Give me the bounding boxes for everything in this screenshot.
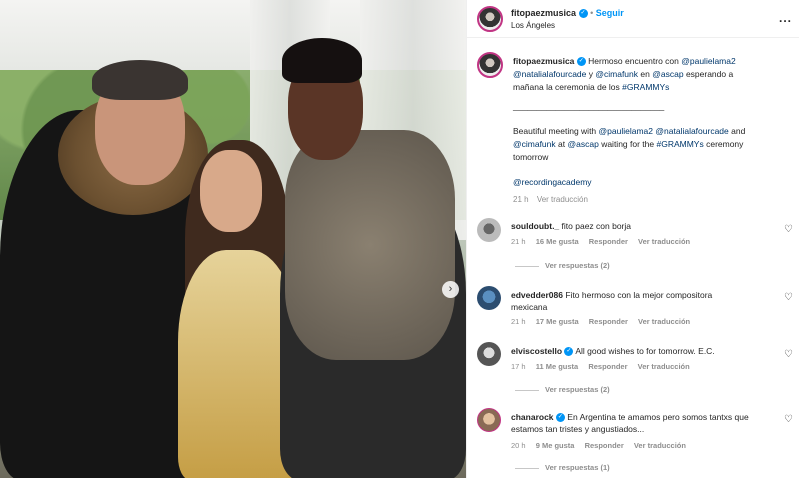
post-header: fitopaezmusica ✓ • Seguir Los Ángeles ..…	[467, 0, 799, 38]
follow-button[interactable]: Seguir	[596, 8, 624, 18]
next-photo-arrow-icon[interactable]: ›	[442, 281, 459, 298]
reply-button[interactable]: Responder	[585, 441, 624, 450]
post-caption: fitopaezmusica ✓ Hermoso encuentro con @…	[513, 55, 795, 206]
comment-item: edvedder086 Fito hermoso con la mejor co…	[511, 289, 793, 313]
comment-avatar[interactable]	[477, 342, 501, 366]
comment-avatar[interactable]	[477, 286, 501, 310]
caption-separator: ________________________________	[513, 101, 665, 111]
caption-text: y	[588, 69, 593, 79]
hashtag-link[interactable]: #GRAMMYs	[656, 139, 703, 149]
caption-text: at	[558, 139, 566, 149]
caption-text: mañana la ceremonia de los	[513, 82, 620, 92]
like-comment-heart-icon[interactable]: ♡	[784, 292, 793, 303]
comment-meta: 17 h 11 Me gusta Responder Ver traducció…	[511, 362, 690, 371]
view-replies-button[interactable]: Ver respuestas (2)	[515, 385, 610, 394]
caption-timestamp: 21 h	[513, 195, 529, 204]
see-translation-button[interactable]: Ver traducción	[634, 441, 686, 450]
verified-badge-icon: ✓	[555, 413, 565, 423]
verified-badge-icon: ✓	[564, 347, 574, 357]
caption-text: Hermoso encuentro con	[588, 56, 679, 66]
view-replies-button[interactable]: Ver respuestas (1)	[515, 463, 610, 472]
fur-vest	[285, 130, 455, 360]
comment-text: fito paez con borja	[561, 221, 632, 231]
mention-link[interactable]: @ascap	[652, 69, 683, 79]
reply-button[interactable]: Responder	[588, 362, 627, 371]
like-comment-heart-icon[interactable]: ♡	[784, 349, 793, 360]
comment-likes[interactable]: 9 Me gusta	[536, 441, 575, 450]
mention-link[interactable]: @natalialafourcade	[655, 126, 728, 136]
comment-meta: 21 h 16 Me gusta Responder Ver traducció…	[511, 237, 690, 246]
mention-link[interactable]: @paulielama2	[681, 56, 735, 66]
like-comment-heart-icon[interactable]: ♡	[784, 414, 793, 425]
verified-badge-icon: ✓	[578, 9, 588, 19]
verified-badge-icon: ✓	[576, 57, 586, 67]
caption-text: and	[731, 126, 746, 136]
comment-text: mexicana	[511, 302, 548, 312]
caption-text: ceremony	[706, 139, 744, 149]
comment-time: 21 h	[511, 317, 526, 326]
comment-likes[interactable]: 16 Me gusta	[536, 237, 579, 246]
mention-link[interactable]: @natalialafourcade	[513, 69, 586, 79]
comment-text: estamos tan tristes y angustiados...	[511, 424, 645, 434]
mention-link[interactable]: @cimafunk	[595, 69, 638, 79]
see-translation-button[interactable]: Ver traducción	[638, 237, 690, 246]
person-right-hair	[282, 38, 362, 83]
caption-text: Beautiful meeting with	[513, 126, 597, 136]
mention-link[interactable]: @paulielama2	[599, 126, 653, 136]
comment-username[interactable]: souldoubt._	[511, 221, 559, 231]
reply-button[interactable]: Responder	[589, 237, 628, 246]
see-translation-button[interactable]: Ver traducción	[537, 195, 588, 204]
reply-button[interactable]: Responder	[589, 317, 628, 326]
person-middle-face	[200, 150, 262, 232]
author-avatar[interactable]	[477, 6, 503, 32]
dot-separator: •	[590, 8, 594, 18]
caption-username[interactable]: fitopaezmusica	[513, 56, 574, 66]
comment-avatar[interactable]	[477, 408, 501, 432]
caption-text: tomorrow	[513, 152, 549, 162]
comment-username[interactable]: chanarock	[511, 412, 554, 422]
more-options-icon[interactable]: ...	[779, 11, 792, 25]
instagram-post-view: › fitopaezmusica ✓ • Seguir Los Ángeles …	[0, 0, 799, 478]
comment-text: All good wishes to for tomorrow. E.C.	[575, 346, 715, 356]
see-translation-button[interactable]: Ver traducción	[638, 317, 690, 326]
caption-text: en	[640, 69, 650, 79]
hashtag-link[interactable]: #GRAMMYs	[622, 82, 669, 92]
person-left-hair	[92, 60, 188, 100]
comment-time: 21 h	[511, 237, 526, 246]
comment-text: En Argentina te amamos pero somos tantxs…	[567, 412, 749, 422]
comment-item: elviscostello ✓ All good wishes to for t…	[511, 346, 715, 357]
caption-text: esperando a	[685, 69, 734, 79]
caption-text: waiting for the	[601, 139, 655, 149]
comment-username[interactable]: edvedder086	[511, 290, 563, 300]
comment-avatar[interactable]	[477, 218, 501, 242]
comment-meta: 20 h 9 Me gusta Responder Ver traducción	[511, 441, 686, 450]
comment-time: 20 h	[511, 441, 526, 450]
comment-likes[interactable]: 11 Me gusta	[536, 362, 579, 371]
view-replies-button[interactable]: Ver respuestas (2)	[515, 261, 610, 270]
comment-item: souldoubt._ fito paez con borja	[511, 221, 631, 231]
post-location[interactable]: Los Ángeles	[511, 21, 555, 30]
see-translation-button[interactable]: Ver traducción	[638, 362, 690, 371]
comment-item: chanarock ✓ En Argentina te amamos pero …	[511, 411, 793, 435]
author-username[interactable]: fitopaezmusica	[511, 8, 576, 18]
comment-meta: 21 h 17 Me gusta Responder Ver traducció…	[511, 317, 690, 326]
mention-link[interactable]: @cimafunk	[513, 139, 556, 149]
post-side-panel: fitopaezmusica ✓ • Seguir Los Ángeles ..…	[466, 0, 799, 478]
post-photo[interactable]: ›	[0, 0, 466, 478]
comment-text: Fito hermoso con la mejor compositora	[565, 290, 713, 300]
mention-link[interactable]: @recordingacademy	[513, 176, 795, 189]
mention-link[interactable]: @ascap	[568, 139, 599, 149]
comment-username[interactable]: elviscostello	[511, 346, 562, 356]
comment-likes[interactable]: 17 Me gusta	[536, 317, 579, 326]
caption-avatar[interactable]	[477, 52, 503, 78]
comment-time: 17 h	[511, 362, 526, 371]
like-comment-heart-icon[interactable]: ♡	[784, 224, 793, 235]
